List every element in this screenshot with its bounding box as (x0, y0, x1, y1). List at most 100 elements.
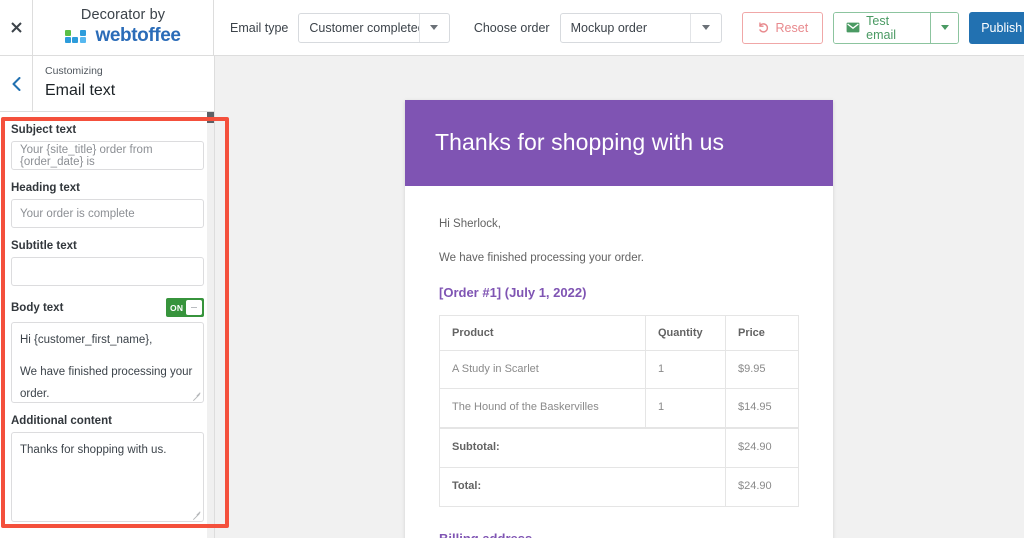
envelope-icon (846, 22, 860, 33)
field-header: Subject text (11, 124, 204, 136)
billing-address-heading: Billing address (439, 531, 799, 538)
table-header-row: Product Quantity Price (439, 314, 799, 351)
cell-quantity: 1 (645, 349, 726, 390)
field-header: Additional content (11, 415, 204, 427)
subject-text-input[interactable]: Your {site_title} order from {order_date… (11, 141, 204, 170)
body-text-label: Body text (11, 301, 64, 314)
field-additional-content: Additional content Thanks for shopping w… (11, 415, 204, 522)
body-text-line-1: Hi {customer_first_name}, (20, 334, 153, 346)
publish-split-button[interactable]: Publish (969, 11, 1024, 44)
cell-price: $9.95 (725, 349, 799, 390)
close-customizer-button[interactable] (0, 0, 33, 55)
field-body-text: Body text ON Hi {customer_first_name}, W… (11, 298, 204, 403)
body-text-toggle[interactable]: ON (166, 298, 204, 317)
sidebar-back-button[interactable] (0, 56, 33, 111)
resize-handle-icon[interactable] (192, 510, 201, 519)
heading-text-placeholder: Your order is complete (20, 207, 135, 220)
publish-button[interactable]: Publish (969, 11, 1024, 44)
toggle-knob (186, 300, 202, 315)
cell-price: $14.95 (725, 388, 799, 429)
choose-order-label: Choose order (473, 20, 550, 35)
test-email-split-button[interactable]: Test email (833, 11, 960, 44)
table-row: The Hound of the Baskervilles 1 $14.95 (439, 388, 799, 429)
cell-quantity: 1 (645, 388, 726, 429)
table-row: A Study in Scarlet 1 $9.95 (439, 349, 799, 390)
column-header-quantity: Quantity (645, 314, 726, 351)
sidebar-scrollbar-track[interactable] (207, 112, 214, 538)
email-text-panel: Subject text Your {site_title} order fro… (0, 112, 214, 538)
subject-text-label: Subject text (11, 124, 77, 136)
heading-text-label: Heading text (11, 182, 81, 194)
brand-block: Decorator by webtoffee (33, 0, 214, 55)
field-header: Heading text (11, 182, 204, 194)
close-icon (10, 22, 22, 33)
sidebar-header: Customizing Email text (0, 56, 214, 112)
chevron-down-icon[interactable] (418, 13, 449, 42)
test-email-dropdown-toggle[interactable] (929, 12, 959, 43)
field-subject-text: Subject text Your {site_title} order fro… (11, 124, 204, 170)
order-table-body: A Study in Scarlet 1 $9.95 The Hound of … (439, 349, 799, 508)
undo-icon (757, 21, 770, 34)
toolbar: Email type Customer completed or... Choo… (214, 0, 1024, 55)
test-email-button[interactable]: Test email (834, 12, 930, 43)
field-heading-text: Heading text Your order is complete (11, 182, 204, 228)
heading-text-input[interactable]: Your order is complete (11, 199, 204, 228)
email-header: Thanks for shopping with us (405, 100, 833, 186)
sidebar-eyebrow: Customizing (45, 65, 103, 77)
test-email-label: Test email (866, 13, 897, 42)
email-intro: We have finished processing your order. (439, 252, 644, 265)
subtotal-label: Subtotal: (439, 427, 726, 469)
field-subtitle-text: Subtitle text (11, 240, 204, 286)
email-order-line: [Order #1] (July 1, 2022) (439, 284, 587, 300)
email-type-select[interactable]: Customer completed or... (298, 12, 450, 43)
customizer-sidebar: Customizing Email text Subject text Your… (0, 56, 215, 538)
additional-content-label: Additional content (11, 415, 112, 427)
body-text-line-2: We have finished processing your order. (20, 366, 193, 400)
sidebar-title-block: Customizing Email text (33, 56, 115, 111)
body-text-textarea[interactable]: Hi {customer_first_name}, We have finish… (11, 322, 204, 403)
publish-label: Publish (981, 20, 1023, 35)
email-type-label: Email type (230, 20, 289, 35)
sidebar-panel-wrap: Subject text Your {site_title} order fro… (0, 112, 214, 538)
email-greeting: Hi Sherlock, (439, 218, 501, 230)
total-label: Total: (439, 467, 726, 508)
order-table: Product Quantity Price A Study in Scarle… (439, 314, 799, 508)
reset-label: Reset (775, 20, 809, 35)
webtoffee-logo-icon (65, 29, 91, 43)
table-row-subtotal: Subtotal: $24.90 (439, 427, 799, 469)
chevron-down-icon (940, 25, 949, 30)
subject-text-placeholder: Your {site_title} order from {order_date… (20, 143, 153, 168)
chevron-down-icon[interactable] (690, 13, 720, 42)
top-bar: Decorator by webtoffee Email type Custom… (0, 0, 1024, 56)
total-value: $24.90 (725, 467, 799, 508)
chevron-left-icon (12, 76, 20, 91)
additional-content-value: Thanks for shopping with us. (20, 444, 167, 456)
email-header-title: Thanks for shopping with us (435, 129, 725, 155)
cell-product: A Study in Scarlet (439, 349, 646, 390)
order-table-head: Product Quantity Price (439, 314, 799, 351)
column-header-product: Product (439, 314, 646, 351)
body-text-toggle-state: ON (170, 302, 184, 313)
email-type-value: Customer completed or... (309, 20, 418, 35)
choose-order-value: Mockup order (570, 20, 648, 35)
email-preview-area: Thanks for shopping with us Hi Sherlock,… (215, 56, 1024, 538)
brand-tagline: Decorator by (80, 7, 166, 24)
subtitle-text-label: Subtitle text (11, 240, 77, 252)
field-header: Body text ON (11, 298, 204, 317)
reset-button[interactable]: Reset (741, 11, 824, 44)
subtotal-value: $24.90 (725, 427, 799, 469)
subtitle-text-input[interactable] (11, 257, 204, 286)
resize-handle-icon[interactable] (192, 391, 201, 400)
additional-content-textarea[interactable]: Thanks for shopping with us. (11, 432, 204, 522)
customizer-app: Decorator by webtoffee Email type Custom… (0, 0, 1024, 538)
field-header: Subtitle text (11, 240, 204, 252)
table-row-total: Total: $24.90 (439, 467, 799, 508)
sidebar-scrollbar-thumb[interactable] (207, 112, 214, 123)
email-body: Hi Sherlock, We have finished processing… (405, 186, 833, 538)
email-document: Thanks for shopping with us Hi Sherlock,… (405, 100, 833, 538)
cell-product: The Hound of the Baskervilles (439, 388, 646, 429)
choose-order-select[interactable]: Mockup order (559, 12, 722, 43)
brand-wordmark: webtoffee (95, 24, 181, 46)
column-header-price: Price (725, 314, 799, 351)
sidebar-panel-title: Email text (45, 81, 116, 99)
